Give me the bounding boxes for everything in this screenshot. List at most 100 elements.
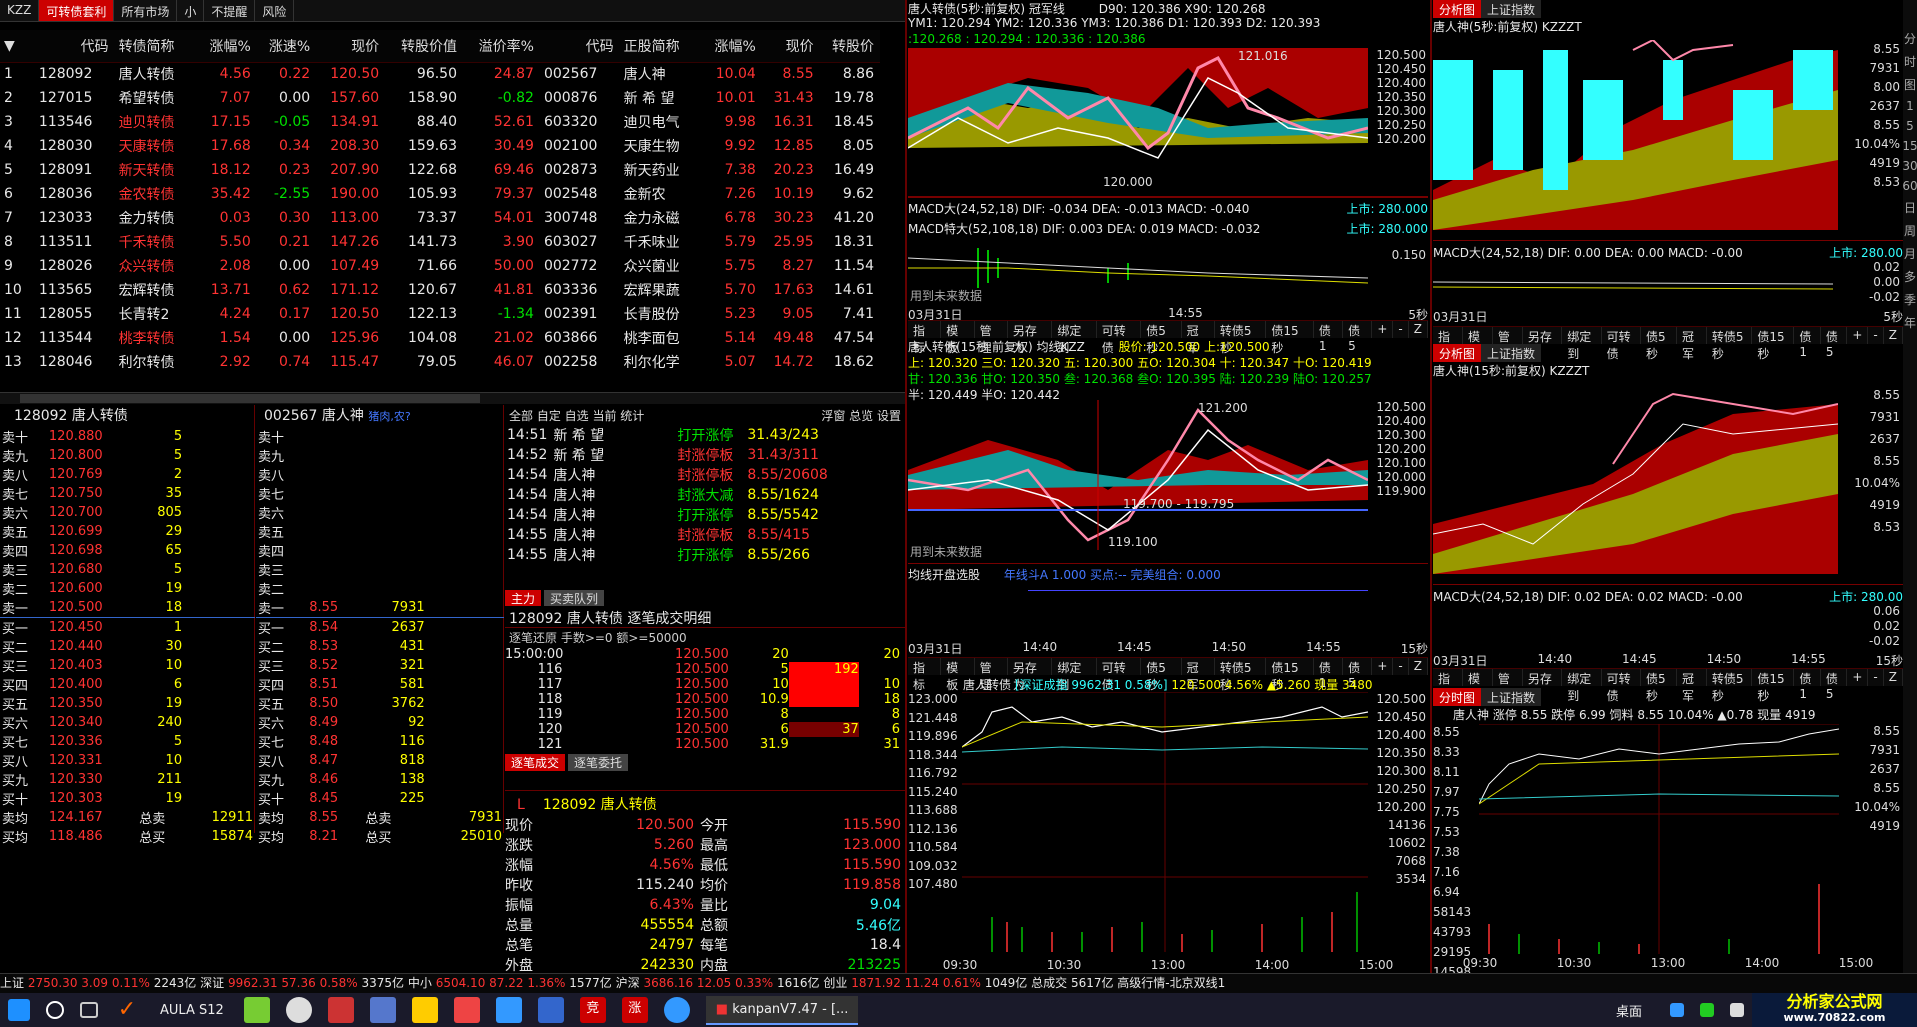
- tab-main-force[interactable]: 主力: [505, 590, 542, 606]
- period-button[interactable]: 60: [1902, 179, 1917, 193]
- jing-app-icon[interactable]: 竞: [579, 997, 606, 1023]
- toolbar-button[interactable]: 管理: [975, 321, 1008, 355]
- alert-row[interactable]: 14:54 唐人神 封涨停板 8.55/20608: [507, 465, 828, 485]
- column-header[interactable]: 涨速%: [256, 30, 317, 63]
- taskbar-kanpan-window[interactable]: ■ kanpanV7.47 - [...: [705, 995, 859, 1025]
- r2-plot[interactable]: [1433, 384, 1838, 574]
- zoom-button[interactable]: +: [1372, 658, 1394, 675]
- app-icon-3[interactable]: [327, 997, 354, 1023]
- column-header[interactable]: 正股简称: [619, 30, 703, 63]
- zoom-button[interactable]: Z: [1884, 669, 1903, 686]
- orderbook-row[interactable]: 买一 8.54 2637: [256, 617, 504, 637]
- tab-analysis-2[interactable]: 分析图: [1433, 344, 1482, 362]
- clock-app-icon[interactable]: [285, 997, 312, 1023]
- zhang-app-icon[interactable]: 涨: [621, 997, 648, 1023]
- orderbook-row[interactable]: 卖八 120.769 2: [0, 465, 255, 484]
- period-button[interactable]: 分: [1904, 30, 1916, 47]
- orderbook-row[interactable]: 卖六 120.700 805: [0, 503, 255, 522]
- orderbook-row[interactable]: 卖十: [256, 427, 504, 446]
- toolbar-button[interactable]: 转债5秒: [1707, 327, 1753, 361]
- tab-5[interactable]: 风险: [255, 0, 295, 21]
- column-header[interactable]: 代码: [34, 30, 115, 63]
- task-view-icon[interactable]: [80, 1002, 98, 1018]
- orderbook-row[interactable]: 买六 120.340 240: [0, 713, 255, 732]
- toolbar-button[interactable]: 冠军: [1677, 327, 1707, 361]
- toolbar-button[interactable]: 可转债: [1602, 669, 1642, 703]
- orderbook-row[interactable]: 卖八: [256, 465, 504, 484]
- wechat-icon[interactable]: [1700, 1003, 1714, 1017]
- tab-1[interactable]: 可转债套利: [39, 0, 115, 21]
- orderbook-row[interactable]: 卖一 120.500 18: [0, 598, 255, 618]
- zoom-button[interactable]: -: [1868, 669, 1884, 686]
- column-header[interactable]: 涨幅%: [702, 30, 762, 63]
- app-icon-4[interactable]: [369, 997, 396, 1023]
- toolbar-button[interactable]: 债15秒: [1752, 669, 1795, 703]
- toolbar-button[interactable]: 绑定到: [1052, 321, 1097, 355]
- orderbook-stock-note[interactable]: 猪肉,农?: [368, 410, 410, 423]
- toolbar-button[interactable]: 另存为: [1523, 327, 1563, 361]
- toolbar-button[interactable]: 指标: [1433, 327, 1463, 361]
- orderbook-row[interactable]: 买五 120.350 19: [0, 694, 255, 713]
- toolbar-button[interactable]: 债5秒: [1141, 321, 1182, 355]
- table-row[interactable]: 12 113544 桃李转债 1.54 0.00 125.96 104.08 21.02 603…: [0, 326, 880, 350]
- browser-icon[interactable]: [663, 997, 690, 1023]
- table-row[interactable]: 10 113565 宏辉转债 13.71 0.62 171.12 120.67 41.81 60…: [0, 278, 880, 302]
- orderbook-row[interactable]: 卖四: [256, 541, 504, 560]
- orderbook-row[interactable]: 卖二: [256, 579, 504, 598]
- table-row[interactable]: 11 128055 长青转2 4.24 0.17 120.50 122.13 -1.34 002…: [0, 302, 880, 326]
- toolbar-button[interactable]: 可转债: [1097, 658, 1142, 692]
- column-header[interactable]: 涨幅%: [197, 30, 257, 63]
- orderbook-row[interactable]: 卖六: [256, 503, 504, 522]
- sort-icon[interactable]: ▼: [0, 30, 35, 63]
- toolbar-button[interactable]: 债5秒: [1641, 669, 1677, 703]
- orderbook-row[interactable]: 买四 8.51 581: [256, 675, 504, 694]
- alert-row[interactable]: 14:55 唐人神 打开涨停 8.55/266: [507, 545, 828, 565]
- period-button[interactable]: 时: [1904, 53, 1916, 70]
- chart2-plot[interactable]: 121.200 119.700 - 119.795 119.100: [908, 400, 1368, 550]
- table-row[interactable]: 1 128092 唐人转债 4.56 0.22 120.50 96.50 24.87 00256…: [0, 62, 880, 86]
- sticky-note-icon[interactable]: [411, 997, 438, 1023]
- orderbook-row[interactable]: 买十 120.303 19: [0, 789, 255, 808]
- toolbar-button[interactable]: 管理: [1493, 327, 1523, 361]
- chart3-plot[interactable]: [962, 692, 1368, 952]
- bluetooth-icon[interactable]: [1670, 1003, 1684, 1017]
- period-button[interactable]: 1: [1906, 99, 1914, 113]
- column-header[interactable]: 转债简称: [114, 30, 198, 63]
- toolbar-button[interactable]: 债15秒: [1266, 321, 1314, 355]
- toolbar-button[interactable]: 另存为: [1008, 658, 1053, 692]
- orderbook-row[interactable]: 买九 8.46 138: [256, 770, 504, 789]
- table-row[interactable]: 9 128026 众兴转债 2.08 0.00 107.49 71.66 50.00 00277…: [0, 254, 880, 278]
- column-header[interactable]: 代码: [539, 30, 620, 63]
- period-button[interactable]: 图: [1904, 76, 1916, 93]
- toolbar-button[interactable]: 绑定到: [1052, 658, 1097, 692]
- orderbook-row[interactable]: 卖七 120.750 35: [0, 484, 255, 503]
- column-header[interactable]: 溢价率%: [463, 30, 540, 63]
- period-label[interactable]: 15秒: [1876, 652, 1903, 668]
- orderbook-row[interactable]: 买十 8.45 225: [256, 789, 504, 808]
- period-button[interactable]: 年: [1904, 314, 1916, 331]
- toolbar-button[interactable]: 债15秒: [1752, 327, 1795, 361]
- orderbook-row[interactable]: 买一 120.450 1: [0, 617, 255, 637]
- tab-analysis[interactable]: 分析图: [1433, 0, 1482, 18]
- toolbar-button[interactable]: 冠军: [1182, 321, 1215, 355]
- table-row[interactable]: 3 113546 迪贝转债 17.15 -0.05 134.91 88.40 52.61 603…: [0, 110, 880, 134]
- orderbook-row[interactable]: 买八 8.47 818: [256, 751, 504, 770]
- toolbar-button[interactable]: 债5秒: [1141, 658, 1182, 692]
- chart-app-icon[interactable]: [495, 997, 522, 1023]
- orderbook-row[interactable]: 卖四 120.698 65: [0, 541, 255, 560]
- column-header[interactable]: 现价: [316, 30, 386, 63]
- zoom-button[interactable]: Z: [1884, 327, 1903, 344]
- toolbar-button[interactable]: 指标: [908, 658, 942, 692]
- table-row[interactable]: 6 128036 金农转债 35.42 -2.55 190.00 105.93 79.37 00…: [0, 182, 880, 206]
- orderbook-row[interactable]: 卖三 120.680 5: [0, 560, 255, 579]
- app-icon-8[interactable]: [537, 997, 564, 1023]
- orderbook-row[interactable]: 卖五: [256, 522, 504, 541]
- toolbar-button[interactable]: 冠军: [1182, 658, 1215, 692]
- orderbook-row[interactable]: 买七 8.48 116: [256, 732, 504, 751]
- zoom-button[interactable]: -: [1393, 658, 1409, 675]
- toolbar-button[interactable]: 模板: [941, 658, 975, 692]
- alert-tabs[interactable]: 全部 自定 自选 当前 统计: [509, 407, 644, 423]
- toolbar-button[interactable]: 可转债: [1097, 321, 1142, 355]
- desktop-label[interactable]: 桌面: [1616, 1001, 1642, 1020]
- alert-row[interactable]: 14:51 新 希 望 打开涨停 31.43/243: [507, 425, 828, 445]
